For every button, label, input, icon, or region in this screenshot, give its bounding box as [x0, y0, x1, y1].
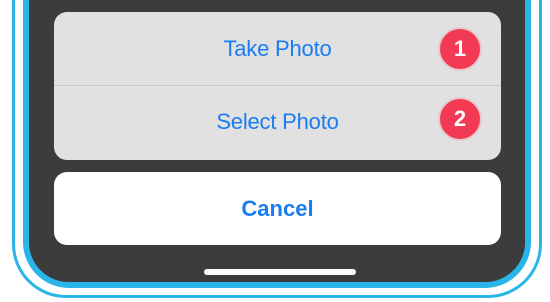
take-photo-label: Take Photo [223, 35, 332, 61]
callout-badge-1: 1 [440, 29, 480, 69]
take-photo-button[interactable]: Take Photo [54, 12, 501, 85]
cancel-button[interactable]: Cancel [54, 172, 501, 245]
action-sheet: Take Photo Select Photo [54, 12, 501, 160]
tutorial-stage: Take Photo Select Photo Cancel 1 2 [0, 0, 550, 302]
select-photo-button[interactable]: Select Photo [54, 85, 501, 158]
callout-badge-2: 2 [440, 99, 480, 139]
home-indicator [204, 269, 356, 275]
select-photo-label: Select Photo [216, 109, 339, 134]
cancel-label: Cancel [241, 195, 314, 221]
